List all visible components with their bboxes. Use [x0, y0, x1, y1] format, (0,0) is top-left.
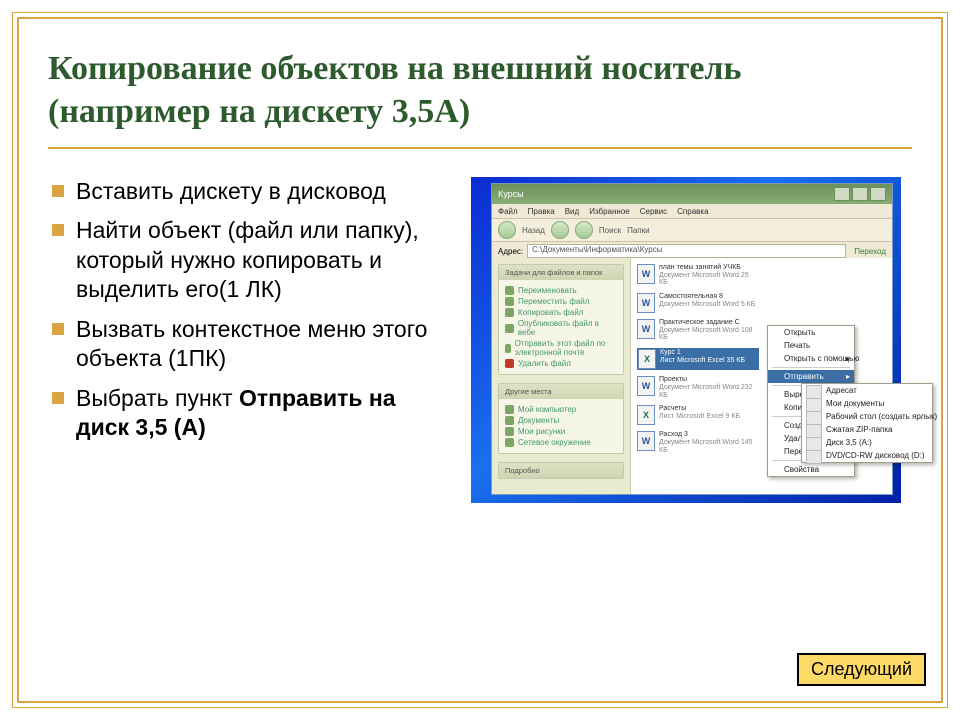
other-panel: Другие места Мой компьютер Документы Мои…: [498, 383, 624, 454]
screenshot: Курсы Файл Правка Вид Избранное Сервис: [471, 177, 901, 503]
other-docs[interactable]: Документы: [505, 416, 617, 425]
slide: Копирование объектов на внешний носитель…: [0, 0, 960, 720]
bullet-list: Вставить дискету в дисковод Найти объект…: [48, 177, 443, 453]
window-controls: [834, 187, 886, 201]
word-icon: [637, 264, 655, 284]
menu-tools[interactable]: Сервис: [640, 207, 667, 216]
up-button[interactable]: [575, 221, 593, 239]
task-move[interactable]: Переместить файл: [505, 297, 617, 306]
window-titlebar: Курсы: [492, 184, 892, 204]
toolbar: Назад Поиск Папки: [492, 219, 892, 242]
next-button[interactable]: Следующий: [797, 653, 926, 686]
bullet-4: Выбрать пункт Отправить на диск 3,5 (А): [48, 384, 443, 443]
sendto-dvd[interactable]: DVD/CD-RW дисковод (D:): [802, 449, 932, 462]
back-label: Назад: [522, 226, 545, 235]
back-button[interactable]: [498, 221, 516, 239]
maximize-button[interactable]: [852, 187, 868, 201]
bullet-1: Вставить дискету в дисковод: [48, 177, 443, 206]
body-row: Вставить дискету в дисковод Найти объект…: [48, 177, 912, 503]
window-title-text: Курсы: [498, 189, 830, 199]
folders-label[interactable]: Папки: [627, 226, 650, 235]
slide-content: Копирование объектов на внешний носитель…: [48, 48, 912, 672]
tasks-panel: Задачи для файлов и папок Переименовать …: [498, 264, 624, 375]
bullet-2: Найти объект (файл или папку), который н…: [48, 216, 443, 304]
bullet-3: Вызвать контекстное меню этого объекта (…: [48, 315, 443, 374]
sendto-mydocs[interactable]: Мои документы: [802, 397, 932, 410]
word-icon: [637, 431, 655, 451]
word-icon: [637, 319, 655, 339]
other-net[interactable]: Сетевое окружение: [505, 438, 617, 447]
menu-fav[interactable]: Избранное: [589, 207, 630, 216]
sendto-submenu: Адресат Мои документы Рабочий стол (созд…: [801, 383, 933, 463]
sendto-mail[interactable]: Адресат: [802, 384, 932, 397]
slide-title: Копирование объектов на внешний носитель…: [48, 48, 912, 133]
title-underline: [48, 147, 912, 149]
file-item[interactable]: план темы занятий УЧКБДокумент Microsoft…: [637, 264, 757, 287]
menu-bar: Файл Правка Вид Избранное Сервис Справка: [492, 204, 892, 219]
minimize-button[interactable]: [834, 187, 850, 201]
task-publish[interactable]: Опубликовать файл в вебе: [505, 319, 617, 337]
sendto-zip[interactable]: Сжатая ZIP-папка: [802, 423, 932, 436]
ctx-props[interactable]: Свойства: [768, 463, 854, 476]
task-copy[interactable]: Копировать файл: [505, 308, 617, 317]
other-pics[interactable]: Мои рисунки: [505, 427, 617, 436]
file-item[interactable]: Практическое задание СДокумент Microsoft…: [637, 319, 757, 342]
task-email[interactable]: Отправить этот файл по электронной почте: [505, 339, 617, 357]
menu-view[interactable]: Вид: [565, 207, 579, 216]
go-button[interactable]: Переход: [850, 247, 886, 256]
excel-icon: [638, 349, 656, 369]
address-input[interactable]: C:\Документы\Информатика\Курсы: [527, 244, 846, 258]
other-mycomp[interactable]: Мой компьютер: [505, 405, 617, 414]
file-item[interactable]: Самостоятельная 8Документ Microsoft Word…: [637, 293, 757, 313]
ctx-open[interactable]: Открыть: [768, 326, 854, 339]
word-icon: [637, 293, 655, 313]
file-item[interactable]: ПроектыДокумент Microsoft Word 232 КБ: [637, 376, 757, 399]
forward-button[interactable]: [551, 221, 569, 239]
close-button[interactable]: [870, 187, 886, 201]
tasks-panel-header[interactable]: Задачи для файлов и папок: [499, 265, 623, 280]
menu-help[interactable]: Справка: [677, 207, 708, 216]
search-label[interactable]: Поиск: [599, 226, 621, 235]
file-item[interactable]: РасчетыЛист Microsoft Excel 9 КБ: [637, 405, 757, 425]
address-label: Адрес:: [498, 247, 523, 256]
details-panel: Подробно: [498, 462, 624, 479]
file-item[interactable]: Расход 3Документ Microsoft Word 145 КБ: [637, 431, 757, 454]
menu-edit[interactable]: Правка: [528, 207, 555, 216]
details-panel-header[interactable]: Подробно: [499, 463, 623, 478]
bullet-4-text: Выбрать пункт: [76, 385, 239, 411]
ctx-openwith[interactable]: Открыть с помощью▸: [768, 352, 854, 365]
sendto-floppy[interactable]: Диск 3,5 (A:): [802, 436, 932, 449]
excel-icon: [637, 405, 655, 425]
menu-file[interactable]: Файл: [498, 207, 518, 216]
ctx-print[interactable]: Печать: [768, 339, 854, 352]
file-item-selected[interactable]: Курс 1Лист Microsoft Excel 35 КБ: [637, 348, 759, 370]
side-pane: Задачи для файлов и папок Переименовать …: [492, 258, 631, 494]
sendto-desktop[interactable]: Рабочий стол (создать ярлык): [802, 410, 932, 423]
ctx-sendto[interactable]: Отправить▸: [768, 370, 854, 383]
other-panel-header[interactable]: Другие места: [499, 384, 623, 399]
task-rename[interactable]: Переименовать: [505, 286, 617, 295]
task-delete[interactable]: Удалить файл: [505, 359, 617, 368]
word-icon: [637, 376, 655, 396]
